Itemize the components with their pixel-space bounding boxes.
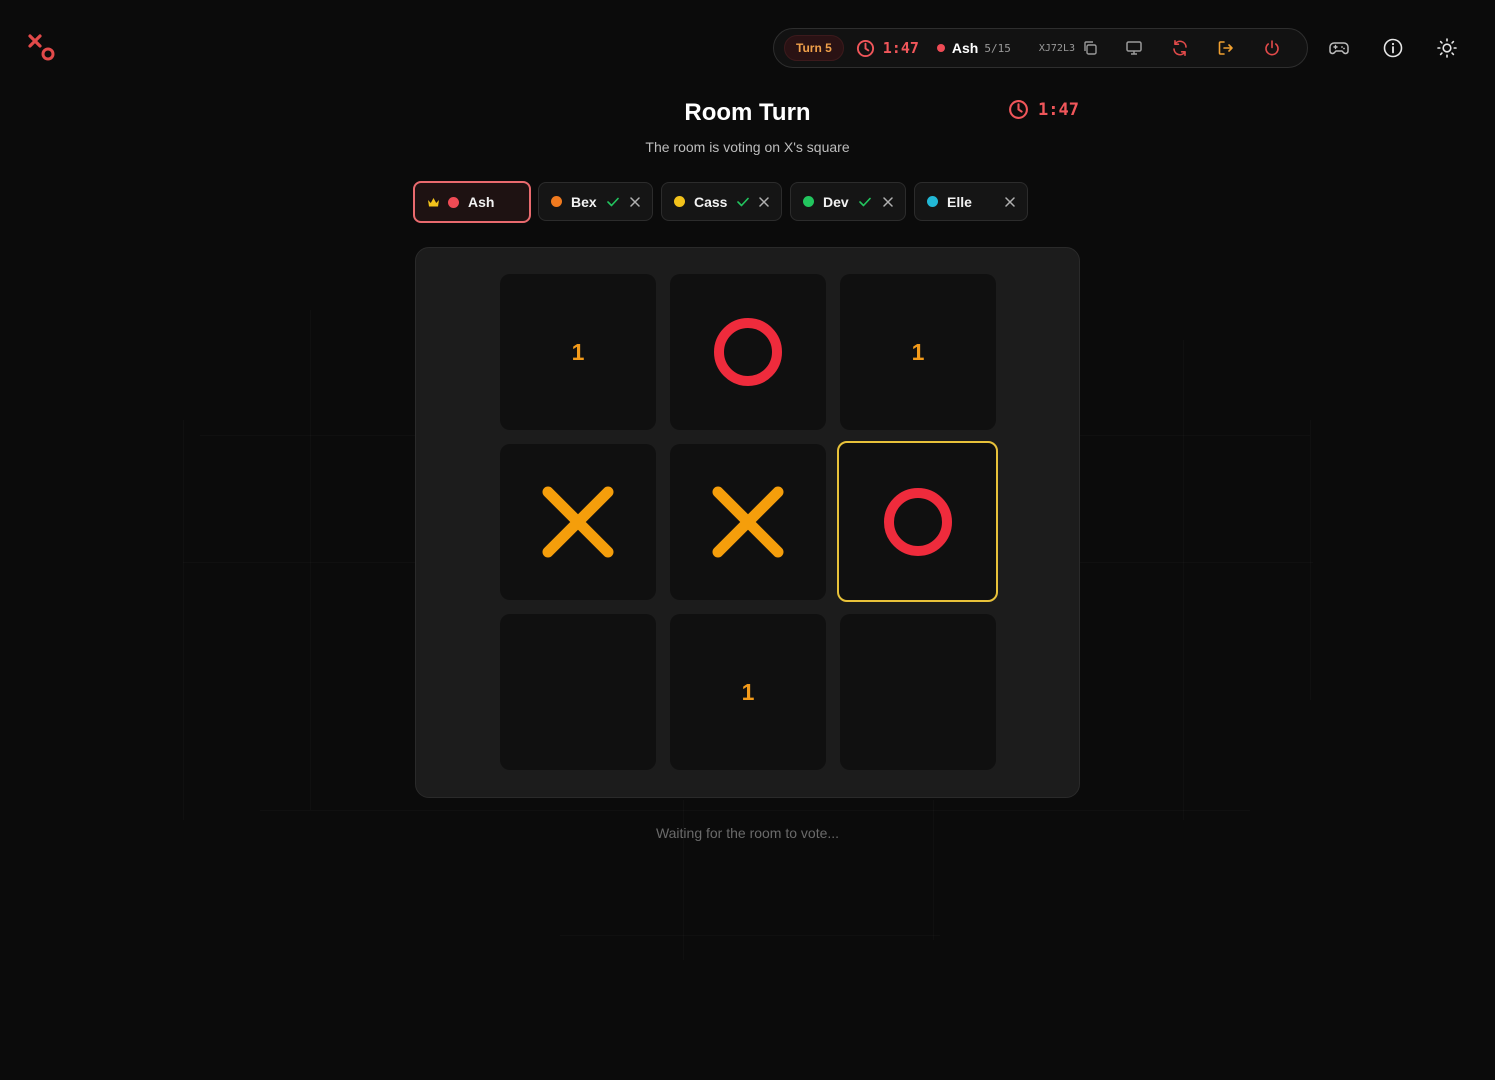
sun-icon[interactable] <box>1436 37 1458 59</box>
player-chip-ash[interactable]: Ash <box>413 181 531 223</box>
monitor-icon[interactable] <box>1124 38 1144 58</box>
x-mark <box>542 486 614 558</box>
clock-icon <box>856 39 874 57</box>
player-color-dot <box>927 196 938 207</box>
kick-icon[interactable] <box>883 196 893 207</box>
gamepad-icon[interactable] <box>1328 37 1350 59</box>
turn-timer-value: 1:47 <box>1038 99 1079 120</box>
player-count: 5/15 <box>984 41 1011 55</box>
copy-icon[interactable] <box>1082 40 1098 56</box>
room-code-value: XJ72L3 <box>1038 42 1075 54</box>
player-color-dot <box>936 44 945 52</box>
page-subtitle: The room is voting on X's square <box>645 139 850 155</box>
header-timer: 1:47 <box>856 39 919 58</box>
player-color-dot <box>803 196 814 207</box>
vote-count: 1 <box>571 338 585 365</box>
board-cell[interactable] <box>670 444 826 600</box>
x-mark <box>712 486 784 558</box>
current-player: Ash 5/15 <box>936 40 1011 56</box>
kick-icon[interactable] <box>630 196 640 207</box>
player-color-dot <box>674 196 685 207</box>
board-cell[interactable]: 1 <box>500 274 656 430</box>
board-cell[interactable] <box>500 614 656 770</box>
board-cell-highlighted[interactable] <box>837 441 998 602</box>
board-cell[interactable]: 1 <box>670 614 826 770</box>
player-chip-elle[interactable]: Elle <box>914 182 1028 221</box>
vote-count: 1 <box>741 678 755 705</box>
turn-timer: 1:47 <box>1008 99 1079 120</box>
board-cell[interactable] <box>670 274 826 430</box>
game-status-bar: Turn 5 1:47 Ash 5/15 XJ72L3 <box>773 28 1308 68</box>
player-name: Cass <box>694 193 728 210</box>
leave-icon[interactable] <box>1216 38 1236 58</box>
player-chip-dev[interactable]: Dev <box>790 182 906 221</box>
player-name: Ash <box>468 194 495 210</box>
vote-count: 1 <box>911 338 925 365</box>
game-page: Turn 5 1:47 Ash 5/15 XJ72L3 Room Turn Th… <box>0 0 1495 1080</box>
board-cell[interactable]: 1 <box>840 274 996 430</box>
player-color-dot <box>448 196 459 208</box>
player-chip-cass[interactable]: Cass <box>661 182 782 221</box>
player-name: Bex <box>571 193 597 210</box>
refresh-icon[interactable] <box>1170 38 1190 58</box>
power-icon[interactable] <box>1262 38 1282 58</box>
player-name: Dev <box>823 193 849 210</box>
check-icon <box>737 197 750 207</box>
player-chip-bex[interactable]: Bex <box>538 182 653 221</box>
page-title: Room Turn <box>684 99 811 126</box>
check-icon <box>606 197 619 207</box>
info-icon[interactable] <box>1382 37 1404 59</box>
player-name: Elle <box>947 193 972 210</box>
kick-icon[interactable] <box>759 196 769 207</box>
o-mark <box>714 318 782 386</box>
o-mark <box>883 487 952 556</box>
kick-icon[interactable] <box>1005 196 1015 207</box>
board-cell[interactable] <box>500 444 656 600</box>
clock-icon <box>1009 100 1028 119</box>
status-message: Waiting for the room to vote... <box>655 825 840 841</box>
room-code[interactable]: XJ72L3 <box>1039 40 1098 56</box>
turn-badge: Turn 5 <box>784 35 844 61</box>
crown-icon <box>427 197 440 208</box>
board-cell[interactable] <box>840 614 996 770</box>
player-color-dot <box>551 196 562 207</box>
header-timer-value: 1:47 <box>882 39 919 57</box>
logo[interactable] <box>27 33 59 65</box>
current-player-name: Ash <box>951 40 979 56</box>
game-board: 1 1 1 <box>415 247 1080 798</box>
check-icon <box>858 197 871 207</box>
